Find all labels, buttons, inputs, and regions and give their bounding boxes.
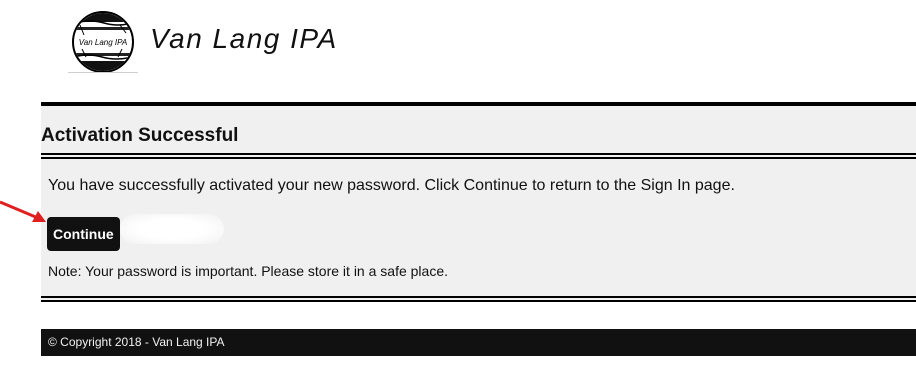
continue-button[interactable]: Continue <box>47 217 120 251</box>
footer: © Copyright 2018 - Van Lang IPA <box>41 329 916 356</box>
svg-text:Van Lang IPA: Van Lang IPA <box>79 38 127 47</box>
success-message: You have successfully activated your new… <box>48 177 735 194</box>
redaction-smudge <box>120 214 224 244</box>
bottom-divider <box>41 296 916 302</box>
copyright-text: © Copyright 2018 - Van Lang IPA <box>48 335 225 349</box>
password-note: Note: Your password is important. Please… <box>48 263 448 279</box>
page-title: Activation Successful <box>41 125 239 146</box>
logo-underline <box>68 72 138 73</box>
title-divider <box>41 153 916 159</box>
logo-icon: Van Lang IPA <box>72 11 134 73</box>
top-divider <box>41 102 916 106</box>
page: Van Lang IPA Van Lang IPA Activation Suc… <box>0 0 916 385</box>
brand-title: Van Lang IPA <box>150 23 338 54</box>
red-arrow-icon <box>0 200 46 222</box>
